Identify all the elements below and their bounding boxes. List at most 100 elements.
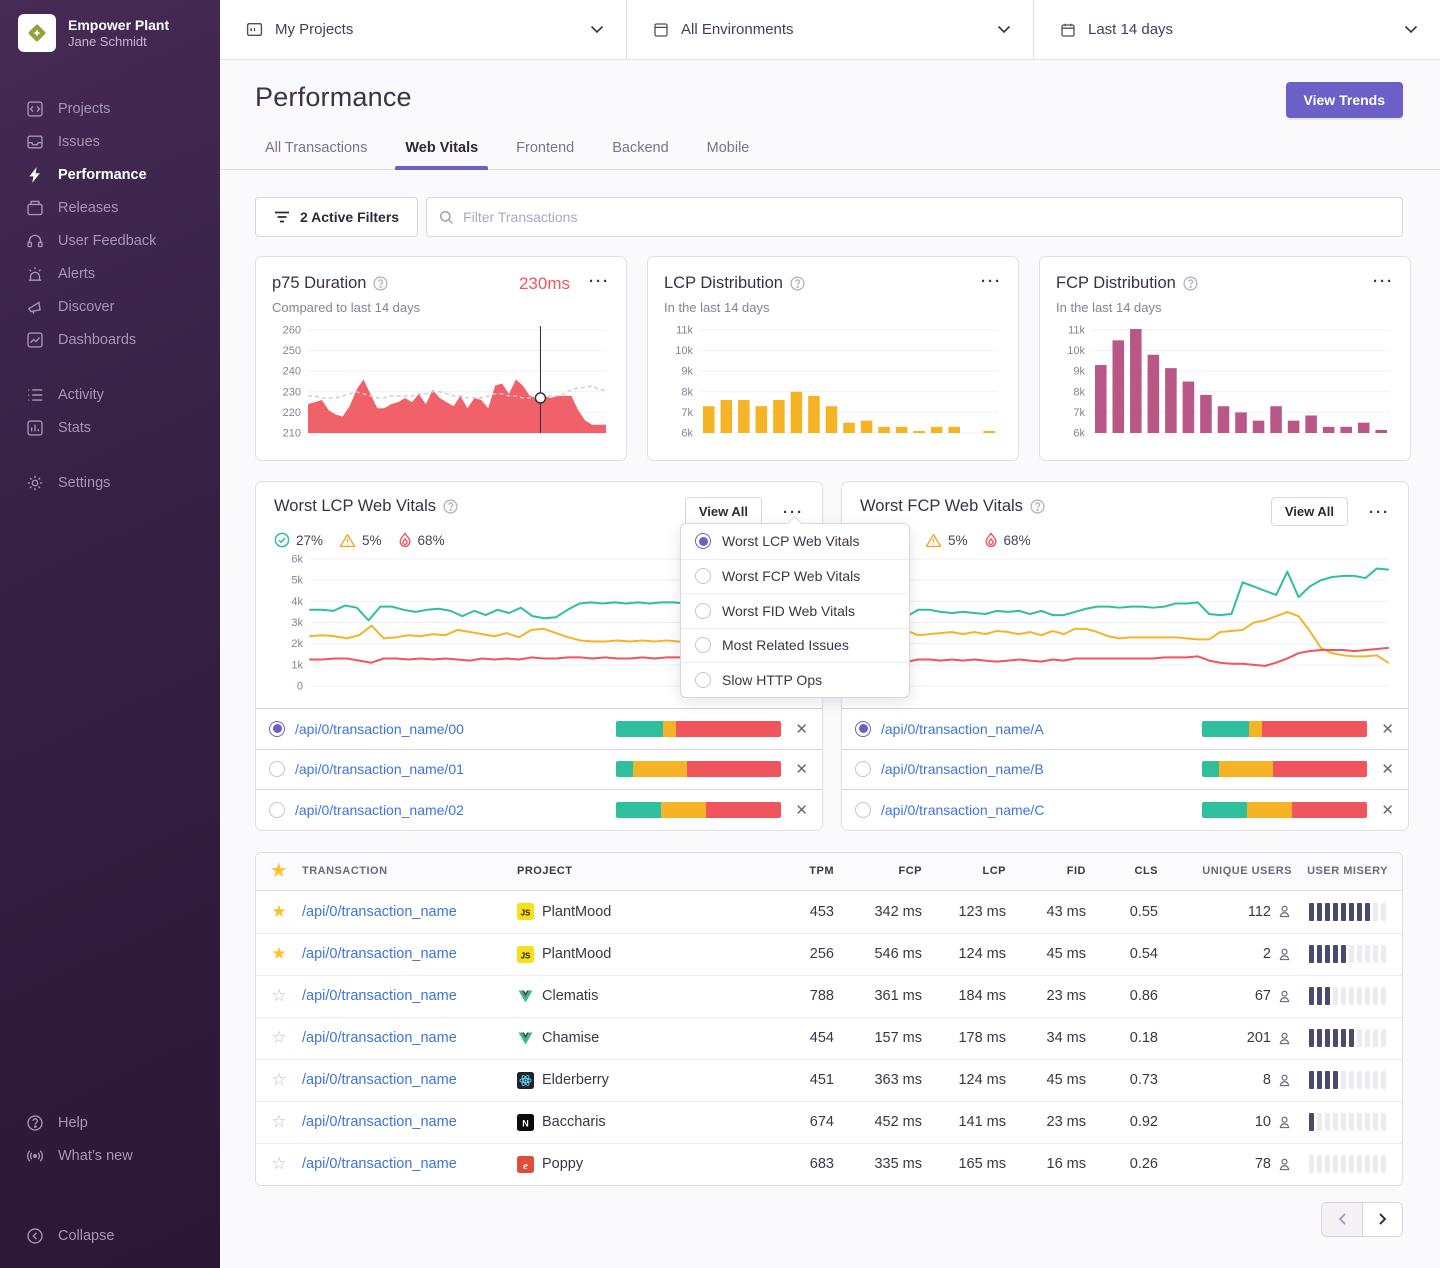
column-header-unique-users[interactable]: UNIQUE USERS bbox=[1158, 865, 1292, 877]
dropdown-option-radio[interactable] bbox=[695, 533, 711, 549]
project-selector[interactable]: My Projects bbox=[220, 0, 626, 59]
transaction-link[interactable]: /api/0/transaction_name bbox=[302, 1072, 457, 1088]
transaction-link[interactable]: /api/0/transaction_name/C bbox=[881, 802, 1044, 818]
dropdown-option-worst-lcp-web-vitals[interactable]: Worst LCP Web Vitals bbox=[681, 524, 909, 559]
sidebar-item-issues[interactable]: Issues bbox=[0, 125, 220, 158]
project-cell: JSPlantMood bbox=[517, 903, 772, 920]
tab-web-vitals[interactable]: Web Vitals bbox=[403, 140, 480, 169]
transaction-radio[interactable] bbox=[855, 802, 871, 818]
column-header-fid[interactable]: FID bbox=[1006, 865, 1086, 877]
view-all-button[interactable]: View All bbox=[1271, 497, 1348, 526]
close-icon[interactable]: ✕ bbox=[1381, 801, 1394, 819]
column-header-tpm[interactable]: TPM bbox=[772, 865, 834, 877]
column-header-cls[interactable]: CLS bbox=[1086, 865, 1158, 877]
star-icon[interactable]: ☆ bbox=[271, 1112, 286, 1132]
transaction-link[interactable]: /api/0/transaction_name/A bbox=[881, 721, 1044, 737]
help-icon[interactable] bbox=[373, 276, 388, 291]
daterange-selector[interactable]: Last 14 days bbox=[1033, 0, 1440, 59]
transaction-link[interactable]: /api/0/transaction_name/00 bbox=[295, 721, 464, 737]
star-icon[interactable]: ☆ bbox=[271, 986, 286, 1006]
card-menu-icon[interactable]: ··· bbox=[981, 272, 1002, 295]
sidebar-item-performance[interactable]: Performance bbox=[0, 158, 220, 191]
transaction-radio[interactable] bbox=[269, 721, 285, 737]
column-header-transaction[interactable]: TRANSACTION bbox=[302, 865, 517, 877]
help-icon[interactable] bbox=[443, 499, 458, 514]
sidebar-item-dashboards[interactable]: Dashboards bbox=[0, 323, 220, 356]
tab-frontend[interactable]: Frontend bbox=[514, 140, 576, 169]
dropdown-option-worst-fid-web-vitals[interactable]: Worst FID Web Vitals bbox=[681, 593, 909, 628]
environment-selector[interactable]: All Environments bbox=[626, 0, 1033, 59]
dropdown-option-radio[interactable] bbox=[695, 672, 711, 688]
star-icon[interactable]: ★ bbox=[271, 944, 286, 964]
column-header-project[interactable]: PROJECT bbox=[517, 865, 772, 877]
view-trends-button[interactable]: View Trends bbox=[1286, 82, 1403, 118]
transaction-link[interactable]: /api/0/transaction_name bbox=[302, 1030, 457, 1046]
column-header-lcp[interactable]: LCP bbox=[922, 865, 1006, 877]
sidebar-item-activity[interactable]: Activity bbox=[0, 378, 220, 411]
transaction-link[interactable]: /api/0/transaction_name/01 bbox=[295, 761, 464, 777]
tab-backend[interactable]: Backend bbox=[610, 140, 670, 169]
dropdown-option-radio[interactable] bbox=[695, 568, 711, 584]
sidebar-item-releases[interactable]: Releases bbox=[0, 191, 220, 224]
sidebar-item-stats[interactable]: Stats bbox=[0, 411, 220, 444]
tpm-cell: 788 bbox=[772, 988, 834, 1004]
org-switcher[interactable]: Empower Plant Jane Schmidt bbox=[0, 0, 220, 66]
dropdown-option-slow-http-ops[interactable]: Slow HTTP Ops bbox=[681, 662, 909, 697]
transaction-link[interactable]: /api/0/transaction_name bbox=[302, 904, 457, 920]
sidebar-item-help[interactable]: Help bbox=[0, 1106, 220, 1139]
user-misery-cell bbox=[1292, 945, 1402, 963]
active-filters-button[interactable]: 2 Active Filters bbox=[255, 197, 418, 237]
star-icon[interactable]: ☆ bbox=[271, 1028, 286, 1048]
close-icon[interactable]: ✕ bbox=[795, 720, 808, 738]
star-icon[interactable]: ☆ bbox=[271, 1154, 286, 1174]
next-page-button[interactable] bbox=[1362, 1203, 1402, 1236]
dropdown-option-radio[interactable] bbox=[695, 603, 711, 619]
sidebar-item-what-s-new[interactable]: What’s new bbox=[0, 1139, 220, 1172]
star-icon[interactable]: ☆ bbox=[271, 1070, 286, 1090]
card-menu-icon[interactable]: ··· bbox=[1369, 503, 1390, 526]
tab-mobile[interactable]: Mobile bbox=[705, 140, 752, 169]
project-cell: ePoppy bbox=[517, 1156, 772, 1173]
transaction-radio[interactable] bbox=[855, 721, 871, 737]
previous-page-button[interactable] bbox=[1322, 1203, 1362, 1236]
card-menu-icon[interactable]: ··· bbox=[589, 272, 610, 295]
help-icon[interactable] bbox=[790, 276, 805, 291]
search-input[interactable] bbox=[463, 209, 1390, 225]
transaction-link[interactable]: /api/0/transaction_name bbox=[302, 1114, 457, 1130]
help-icon[interactable] bbox=[1183, 276, 1198, 291]
svg-text:JS: JS bbox=[521, 909, 531, 918]
sidebar-collapse-button[interactable]: Collapse bbox=[0, 1219, 220, 1252]
transaction-radio[interactable] bbox=[855, 761, 871, 777]
dropdown-option-worst-fcp-web-vitals[interactable]: Worst FCP Web Vitals bbox=[681, 559, 909, 594]
close-icon[interactable]: ✕ bbox=[1381, 720, 1394, 738]
dropdown-option-most-related-issues[interactable]: Most Related Issues bbox=[681, 628, 909, 663]
sidebar-item-projects[interactable]: Projects bbox=[0, 92, 220, 125]
project-cell: Elderberry bbox=[517, 1072, 772, 1089]
close-icon[interactable]: ✕ bbox=[795, 760, 808, 778]
dropdown-option-radio[interactable] bbox=[695, 637, 711, 653]
column-header-user-misery[interactable]: USER MISERY bbox=[1292, 865, 1402, 877]
star-icon[interactable]: ★ bbox=[271, 902, 286, 922]
transaction-link[interactable]: /api/0/transaction_name/B bbox=[881, 761, 1044, 777]
transaction-link[interactable]: /api/0/transaction_name bbox=[302, 946, 457, 962]
close-icon[interactable]: ✕ bbox=[1381, 760, 1394, 778]
card-menu-icon[interactable]: ··· bbox=[1373, 272, 1394, 295]
close-icon[interactable]: ✕ bbox=[795, 801, 808, 819]
tab-all-transactions[interactable]: All Transactions bbox=[263, 140, 369, 169]
nextjs-icon: N bbox=[517, 1114, 534, 1131]
help-icon[interactable] bbox=[1030, 499, 1045, 514]
vitals-badges: 27%5%68% bbox=[860, 532, 1392, 548]
sidebar-item-user-feedback[interactable]: User Feedback bbox=[0, 224, 220, 257]
transaction-link[interactable]: /api/0/transaction_name/02 bbox=[295, 802, 464, 818]
sidebar-item-alerts[interactable]: Alerts bbox=[0, 257, 220, 290]
transaction-radio[interactable] bbox=[269, 802, 285, 818]
transaction-link[interactable]: /api/0/transaction_name bbox=[302, 988, 457, 1004]
column-header-fcp[interactable]: FCP bbox=[834, 865, 922, 877]
transaction-radio[interactable] bbox=[269, 761, 285, 777]
view-all-button[interactable]: View All bbox=[685, 497, 762, 526]
sidebar-item-settings[interactable]: Settings bbox=[0, 466, 220, 499]
poor-badge-value: 68% bbox=[1004, 533, 1031, 548]
transaction-link[interactable]: /api/0/transaction_name bbox=[302, 1156, 457, 1172]
sidebar-item-label: Settings bbox=[58, 475, 110, 491]
sidebar-item-discover[interactable]: Discover bbox=[0, 290, 220, 323]
